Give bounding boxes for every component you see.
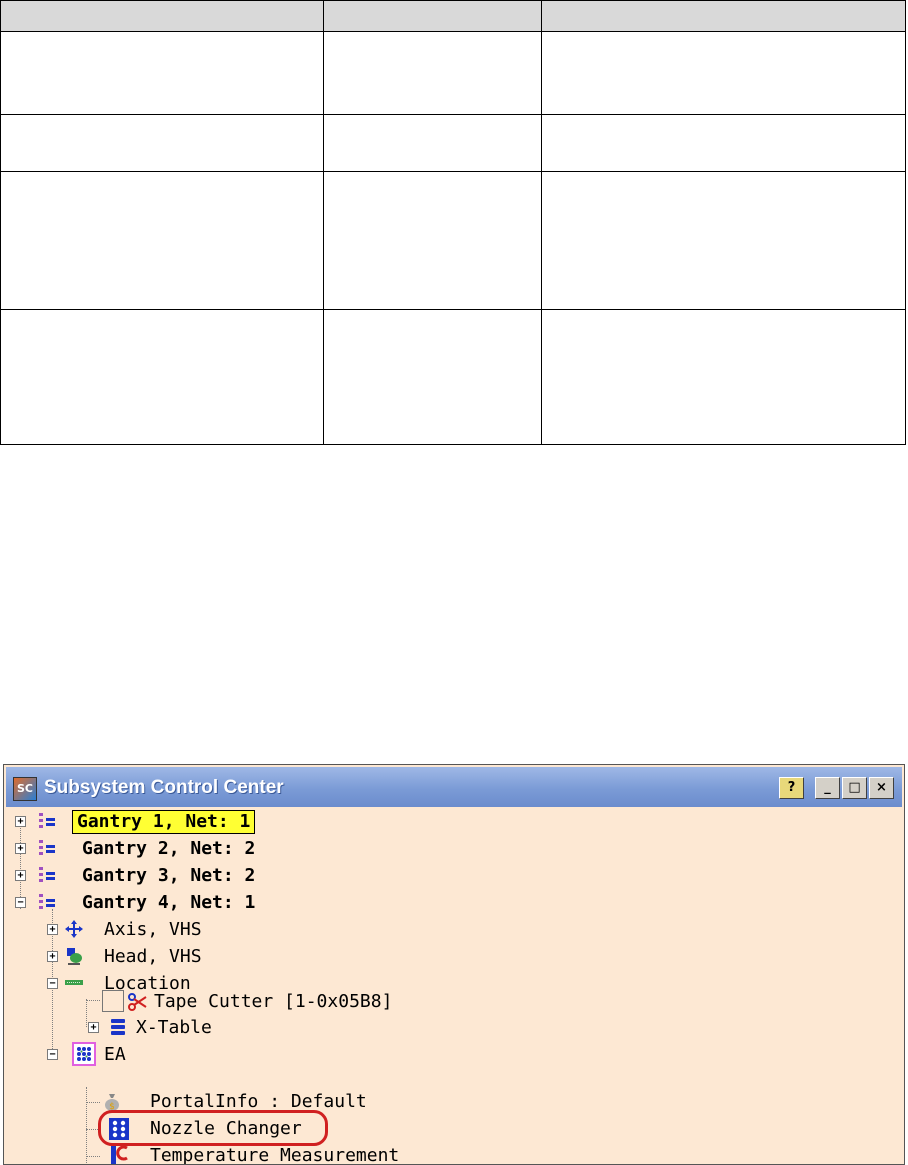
table-row	[1, 172, 905, 310]
tree-connector	[86, 1000, 100, 1001]
tree-item-head[interactable]: Head, VHS	[104, 946, 202, 968]
gantry-icon	[39, 867, 55, 882]
table-row	[1, 310, 905, 445]
expand-icon[interactable]: +	[47, 924, 58, 935]
subsystem-control-center-window: SC Subsystem Control Center ? _ □ × + Ga…	[3, 764, 905, 1165]
tree-connector	[86, 1102, 100, 1103]
window-title: Subsystem Control Center	[44, 777, 284, 798]
expand-icon[interactable]: +	[15, 816, 26, 827]
title-bar[interactable]: SC Subsystem Control Center ? _ □ ×	[6, 767, 902, 807]
gantry-icon	[39, 840, 55, 855]
tape-cutter-checkbox[interactable]	[102, 990, 124, 1012]
table-column-divider	[541, 1, 542, 444]
expand-icon[interactable]: +	[15, 843, 26, 854]
thermometer-icon	[111, 1145, 128, 1164]
scissors-icon	[128, 993, 147, 1011]
subsystem-tree: + Gantry 1, Net: 1 + Gantry 2, Net: 2 + …	[4, 807, 904, 1164]
tree-item-tape-cutter[interactable]: Tape Cutter [1-0x05B8]	[154, 991, 392, 1013]
head-icon	[67, 948, 82, 965]
tree-item-gantry-3[interactable]: Gantry 3, Net: 2	[82, 865, 255, 887]
money-bag-icon: $	[105, 1094, 119, 1112]
help-button[interactable]: ?	[779, 777, 804, 799]
tree-connector	[86, 1087, 87, 1164]
tree-connector	[86, 1156, 100, 1157]
tree-item-temperature-measurement[interactable]: Temperature Measurement	[150, 1145, 399, 1164]
close-button[interactable]: ×	[869, 777, 894, 799]
minimize-button[interactable]: _	[815, 777, 840, 799]
tree-connector	[86, 999, 87, 1027]
location-rail-icon	[65, 980, 83, 985]
table-row	[1, 32, 905, 115]
maximize-button[interactable]: □	[842, 777, 867, 799]
collapse-icon[interactable]: −	[15, 897, 26, 908]
tree-item-gantry-4[interactable]: Gantry 4, Net: 1	[82, 892, 255, 914]
gantry-icon	[39, 894, 55, 909]
tree-item-axis[interactable]: Axis, VHS	[104, 919, 202, 941]
app-icon: SC	[13, 777, 37, 801]
ea-grid-icon	[72, 1042, 96, 1066]
tree-item-gantry-1[interactable]: Gantry 1, Net: 1	[72, 810, 256, 834]
expand-icon[interactable]: +	[15, 870, 26, 881]
expand-icon[interactable]: +	[88, 1022, 99, 1033]
document-table	[0, 0, 906, 445]
collapse-icon[interactable]: −	[47, 978, 58, 989]
table-column-divider	[323, 1, 324, 444]
tree-connector	[20, 821, 21, 909]
tree-item-x-table[interactable]: X-Table	[136, 1017, 212, 1039]
x-table-icon	[111, 1019, 125, 1035]
gantry-icon	[39, 813, 55, 828]
collapse-icon[interactable]: −	[47, 1049, 58, 1060]
expand-icon[interactable]: +	[47, 951, 58, 962]
annotation-circle	[98, 1110, 328, 1146]
table-row	[1, 115, 905, 172]
tree-item-gantry-2[interactable]: Gantry 2, Net: 2	[82, 838, 255, 860]
tree-item-ea[interactable]: EA	[104, 1044, 126, 1066]
axis-arrows-icon	[65, 920, 83, 938]
table-header-row	[1, 1, 905, 32]
